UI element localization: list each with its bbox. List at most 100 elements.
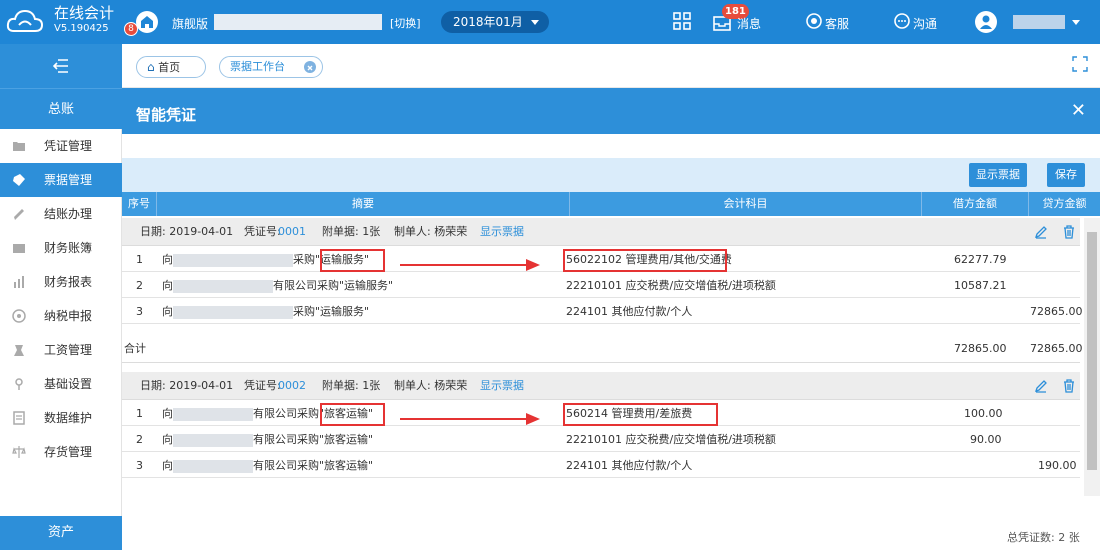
voucher-no[interactable]: 0001: [278, 218, 306, 246]
top-bar: 在线会计 V5.190425 8 旗舰版 [切换] 2018年01月 181 消…: [0, 0, 1100, 44]
edit-icon[interactable]: [1034, 379, 1048, 393]
user-menu-chevron-icon[interactable]: [1072, 20, 1080, 25]
vertical-scrollbar[interactable]: [1084, 218, 1100, 496]
show-bills-link[interactable]: 显示票据: [480, 218, 524, 246]
sidebar-item-label: 存货管理: [44, 445, 93, 459]
sidebar-item-data[interactable]: 数据维护: [0, 401, 122, 435]
supplier-name-masked: [173, 279, 273, 293]
sidebar-item-label: 财务报表: [44, 275, 93, 289]
row-credit[interactable]: 72865.00: [1030, 299, 1083, 324]
tab-work-label: 票据工作台: [230, 60, 285, 73]
table-row[interactable]: 2 向 有限公司采购"运输服务" 22210101 应交税费/应交增值税/进项税额…: [122, 273, 1080, 298]
highlight-account-box: [563, 249, 727, 272]
voucher-no[interactable]: 0002: [278, 372, 306, 400]
show-bills-link[interactable]: 显示票据: [480, 372, 524, 400]
summary-suffix: 采购"运输服务": [293, 305, 370, 318]
table-row[interactable]: 3 向 采购"运输服务" 224101 其他应付款/个人 72865.00: [122, 299, 1083, 324]
sidebar-item-closing[interactable]: 结账办理: [0, 197, 122, 231]
database-icon: [13, 411, 25, 425]
row-debit[interactable]: 100.00: [964, 401, 1003, 426]
sidebar-item-inventory[interactable]: 存货管理: [0, 435, 122, 469]
row-account[interactable]: 224101 其他应付款/个人: [566, 299, 692, 324]
row-debit[interactable]: 10587.21: [954, 273, 1007, 298]
company-name-masked: [214, 14, 382, 30]
row-account[interactable]: 22210101 应交税费/应交增值税/进项税额: [566, 273, 776, 298]
show-bills-button[interactable]: 显示票据: [969, 163, 1027, 187]
sidebar-item-label: 票据管理: [44, 173, 93, 187]
period-select[interactable]: 2018年01月: [441, 11, 549, 33]
panel-title: 智能凭证: [136, 106, 197, 124]
voucher-group-header: 日期: 2019-04-01 凭证号: 0002 附单据: 1张 制单人: 杨荣…: [122, 372, 1080, 400]
sidebar-item-tax[interactable]: 纳税申报: [0, 299, 122, 333]
summary-suffix: 有限公司采购"运输服务": [273, 279, 394, 292]
sidebar-item-salary[interactable]: 工资管理: [0, 333, 122, 367]
highlight-summary-box: [320, 249, 385, 272]
sidebar-item-voucher[interactable]: 凭证管理: [0, 129, 122, 163]
supplier-name-masked: [173, 433, 253, 447]
row-debit[interactable]: 90.00: [970, 427, 1002, 452]
scrollbar-thumb[interactable]: [1087, 232, 1097, 470]
app-title: 在线会计: [54, 4, 115, 22]
period-value: 2018年01月: [453, 15, 523, 29]
supplier-name-masked: [173, 305, 293, 319]
save-button[interactable]: 保存: [1047, 163, 1085, 187]
row-no: 1: [136, 253, 143, 266]
switch-company-link[interactable]: [切换]: [390, 15, 421, 31]
home-icon[interactable]: [136, 11, 158, 33]
close-icon[interactable]: ✕: [1071, 100, 1086, 121]
row-summary: 向 有限公司采购"旅客运输": [162, 453, 373, 478]
apps-grid-icon[interactable]: [672, 11, 692, 31]
voucher-attachments: 附单据: 1张: [322, 225, 381, 238]
user-name-masked[interactable]: [1013, 15, 1065, 29]
delete-icon[interactable]: [1062, 225, 1076, 239]
chat-icon[interactable]: [893, 12, 911, 30]
sidebar-item-bills[interactable]: 票据管理: [0, 163, 122, 197]
summary-suffix: 有限公司采购"旅客运输": [253, 433, 374, 446]
home-small-icon: ⌂: [147, 60, 155, 74]
voucher-no-label: 凭证号:: [244, 225, 281, 238]
chat-label[interactable]: 沟通: [913, 15, 937, 32]
total-row: 合计 72865.00 72865.00: [122, 335, 1083, 363]
row-credit[interactable]: 190.00: [1038, 453, 1077, 478]
sidebar-section-assets[interactable]: 资产: [0, 516, 122, 550]
sidebar-item-reports[interactable]: 财务报表: [0, 265, 122, 299]
highlight-summary-box: [320, 403, 385, 426]
row-debit[interactable]: 62277.79: [954, 247, 1007, 272]
summary-prefix: 向: [162, 305, 173, 318]
settings-icon: [15, 378, 23, 390]
voucher-maker: 制单人: 杨荣荣: [394, 379, 468, 392]
row-no: 1: [136, 407, 143, 420]
row-account[interactable]: 224101 其他应付款/个人: [566, 453, 692, 478]
table-row[interactable]: 3 向 有限公司采购"旅客运输" 224101 其他应付款/个人 190.00: [122, 453, 1080, 478]
voucher-group-header: 日期: 2019-04-01 凭证号: 0001 附单据: 1张 制单人: 杨荣…: [122, 218, 1080, 246]
close-tab-icon[interactable]: [304, 61, 316, 73]
sidebar-section-title[interactable]: 总账: [0, 88, 122, 129]
ticket-icon: [13, 174, 25, 186]
message-label[interactable]: 消息: [737, 15, 761, 32]
delete-icon[interactable]: [1062, 379, 1076, 393]
col-header-credit: 贷方金额: [1042, 197, 1087, 210]
edit-icon[interactable]: [1034, 225, 1048, 239]
total-credit: 72865.00: [1030, 342, 1083, 355]
sidebar-item-settings[interactable]: 基础设置: [0, 367, 122, 401]
user-avatar-icon[interactable]: [975, 11, 997, 33]
col-header-debit: 借方金额: [922, 192, 1029, 216]
sidebar-item-label: 财务账簿: [44, 241, 93, 255]
row-summary: 向 有限公司采购"旅客运输": [162, 427, 373, 452]
sidebar-item-ledger[interactable]: 财务账簿: [0, 231, 122, 265]
summary-suffix: 有限公司采购"旅客运输": [253, 459, 374, 472]
tab-bill-workbench[interactable]: 票据工作台: [219, 56, 323, 78]
fullscreen-icon[interactable]: [1072, 56, 1088, 72]
sidebar-item-label: 纳税申报: [44, 309, 93, 323]
tab-home[interactable]: ⌂ 首页: [136, 56, 206, 78]
customer-service-icon[interactable]: [805, 12, 823, 30]
arrow-right-icon: [526, 413, 540, 425]
sidebar-toggle[interactable]: [0, 44, 122, 88]
summary-prefix: 向: [162, 279, 173, 292]
table-row[interactable]: 2 向 有限公司采购"旅客运输" 22210101 应交税费/应交增值税/进项税额…: [122, 427, 1080, 452]
row-summary: 向 采购"运输服务": [162, 299, 369, 324]
customer-service-label[interactable]: 客服: [825, 15, 849, 32]
supplier-name-masked: [173, 407, 253, 421]
row-account[interactable]: 22210101 应交税费/应交增值税/进项税额: [566, 427, 776, 452]
bar-chart-icon: [14, 276, 24, 288]
